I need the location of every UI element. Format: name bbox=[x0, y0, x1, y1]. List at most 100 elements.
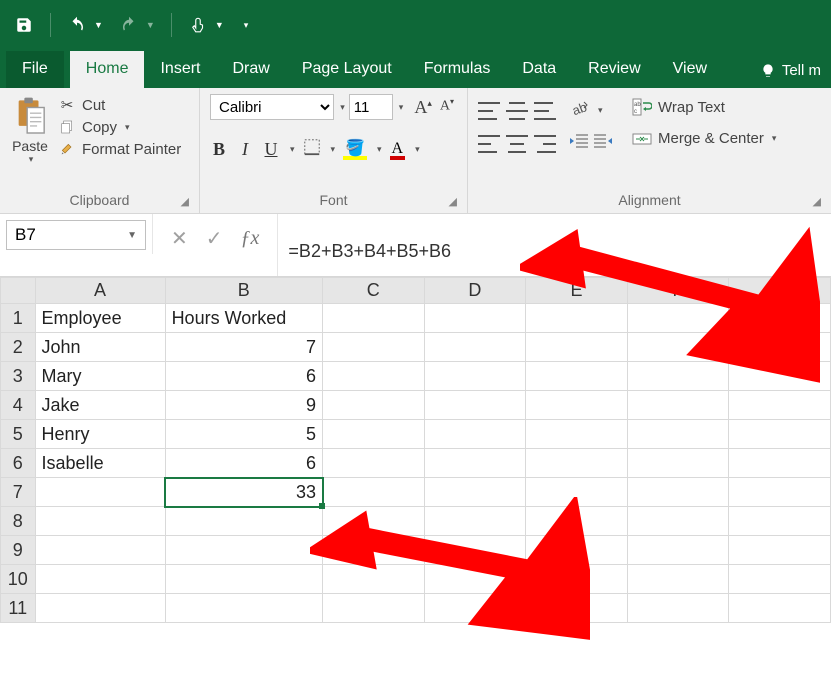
copy-button[interactable]: Copy ▾ bbox=[58, 118, 181, 136]
cell[interactable] bbox=[729, 507, 831, 536]
cell[interactable] bbox=[424, 362, 526, 391]
align-left-button[interactable] bbox=[478, 135, 500, 153]
row-header[interactable]: 6 bbox=[1, 449, 36, 478]
row-header[interactable]: 7 bbox=[1, 478, 36, 507]
cell[interactable] bbox=[323, 478, 425, 507]
row-header[interactable]: 4 bbox=[1, 391, 36, 420]
cancel-formula-button[interactable]: ✕ bbox=[171, 226, 188, 251]
align-middle-button[interactable] bbox=[506, 102, 528, 120]
cell[interactable] bbox=[323, 391, 425, 420]
orientation-dropdown-icon[interactable]: ▾ bbox=[598, 105, 603, 116]
cell[interactable] bbox=[323, 565, 425, 594]
enter-formula-button[interactable]: ✓ bbox=[206, 226, 223, 251]
undo-dropdown-icon[interactable]: ▼ bbox=[94, 20, 103, 30]
cell[interactable] bbox=[424, 304, 526, 333]
insert-function-button[interactable]: ƒx bbox=[241, 227, 260, 250]
cell[interactable] bbox=[526, 420, 628, 449]
borders-button[interactable] bbox=[303, 138, 321, 161]
cell[interactable] bbox=[526, 507, 628, 536]
cell[interactable] bbox=[323, 333, 425, 362]
wrap-text-button[interactable]: abc Wrap Text bbox=[632, 98, 776, 116]
cell[interactable] bbox=[627, 362, 729, 391]
cell[interactable] bbox=[35, 536, 165, 565]
font-color-button[interactable]: A bbox=[390, 140, 406, 160]
cell[interactable] bbox=[424, 420, 526, 449]
col-header-E[interactable]: E bbox=[526, 278, 628, 304]
cell[interactable] bbox=[35, 565, 165, 594]
undo-button[interactable] bbox=[63, 11, 91, 39]
tab-home[interactable]: Home bbox=[70, 51, 145, 88]
cell[interactable]: Mary bbox=[35, 362, 165, 391]
cell[interactable] bbox=[424, 478, 526, 507]
cell[interactable] bbox=[424, 333, 526, 362]
tell-me-search[interactable]: Tell m bbox=[750, 53, 831, 88]
col-header-F[interactable]: F bbox=[627, 278, 729, 304]
name-box-dropdown-icon[interactable]: ▼ bbox=[127, 230, 137, 241]
cell[interactable] bbox=[165, 507, 322, 536]
cell[interactable] bbox=[526, 362, 628, 391]
cell[interactable] bbox=[627, 478, 729, 507]
row-header[interactable]: 5 bbox=[1, 420, 36, 449]
cell[interactable] bbox=[729, 478, 831, 507]
cell[interactable] bbox=[526, 391, 628, 420]
font-launcher-icon[interactable]: ◢ bbox=[449, 195, 457, 208]
font-family-dropdown-icon[interactable]: ▾ bbox=[340, 102, 345, 113]
cell[interactable] bbox=[526, 333, 628, 362]
cell[interactable] bbox=[424, 507, 526, 536]
cell[interactable] bbox=[323, 507, 425, 536]
tab-review[interactable]: Review bbox=[572, 51, 656, 88]
cell[interactable] bbox=[627, 507, 729, 536]
row-header[interactable]: 11 bbox=[1, 594, 36, 623]
formula-input[interactable] bbox=[277, 214, 831, 276]
cell[interactable] bbox=[35, 507, 165, 536]
font-size-dropdown-icon[interactable]: ▾ bbox=[399, 102, 404, 113]
cell[interactable] bbox=[323, 304, 425, 333]
cell[interactable] bbox=[323, 536, 425, 565]
paste-button[interactable]: Paste ▾ bbox=[10, 94, 50, 190]
cell[interactable] bbox=[165, 565, 322, 594]
col-header-C[interactable]: C bbox=[323, 278, 425, 304]
format-painter-button[interactable]: Format Painter bbox=[58, 140, 181, 158]
cell[interactable] bbox=[165, 594, 322, 623]
italic-button[interactable]: I bbox=[236, 139, 254, 160]
underline-dropdown-icon[interactable]: ▾ bbox=[290, 144, 295, 155]
font-size-input[interactable] bbox=[349, 94, 393, 120]
cell[interactable] bbox=[526, 565, 628, 594]
row-header[interactable]: 1 bbox=[1, 304, 36, 333]
row-header[interactable]: 8 bbox=[1, 507, 36, 536]
shrink-font-button[interactable]: A▾ bbox=[437, 97, 457, 118]
col-header-B[interactable]: B bbox=[165, 278, 322, 304]
cell[interactable] bbox=[627, 449, 729, 478]
cell[interactable] bbox=[323, 362, 425, 391]
tab-insert[interactable]: Insert bbox=[144, 51, 216, 88]
cell[interactable] bbox=[323, 420, 425, 449]
cell[interactable]: Henry bbox=[35, 420, 165, 449]
clipboard-launcher-icon[interactable]: ◢ bbox=[181, 195, 189, 208]
cell[interactable]: 6 bbox=[165, 362, 322, 391]
cell[interactable] bbox=[729, 565, 831, 594]
col-header-G[interactable]: G bbox=[729, 278, 831, 304]
tab-file[interactable]: File bbox=[6, 51, 64, 88]
select-all-corner[interactable] bbox=[1, 278, 36, 304]
cell[interactable] bbox=[424, 449, 526, 478]
cell[interactable] bbox=[729, 362, 831, 391]
cell[interactable] bbox=[627, 565, 729, 594]
cell[interactable] bbox=[627, 391, 729, 420]
row-header[interactable]: 3 bbox=[1, 362, 36, 391]
cell[interactable] bbox=[526, 594, 628, 623]
redo-dropdown-icon[interactable]: ▼ bbox=[146, 20, 155, 30]
cell[interactable] bbox=[729, 536, 831, 565]
cell[interactable] bbox=[424, 565, 526, 594]
cell[interactable] bbox=[526, 304, 628, 333]
cell[interactable] bbox=[35, 594, 165, 623]
cell[interactable]: John bbox=[35, 333, 165, 362]
tab-data[interactable]: Data bbox=[506, 51, 572, 88]
borders-dropdown-icon[interactable]: ▾ bbox=[331, 144, 336, 155]
cell[interactable] bbox=[526, 449, 628, 478]
cell[interactable] bbox=[729, 304, 831, 333]
cell[interactable]: 7 bbox=[165, 333, 322, 362]
underline-button[interactable]: U bbox=[262, 139, 280, 160]
cell[interactable]: 5 bbox=[165, 420, 322, 449]
cell[interactable] bbox=[627, 304, 729, 333]
increase-indent-button[interactable] bbox=[594, 133, 612, 154]
